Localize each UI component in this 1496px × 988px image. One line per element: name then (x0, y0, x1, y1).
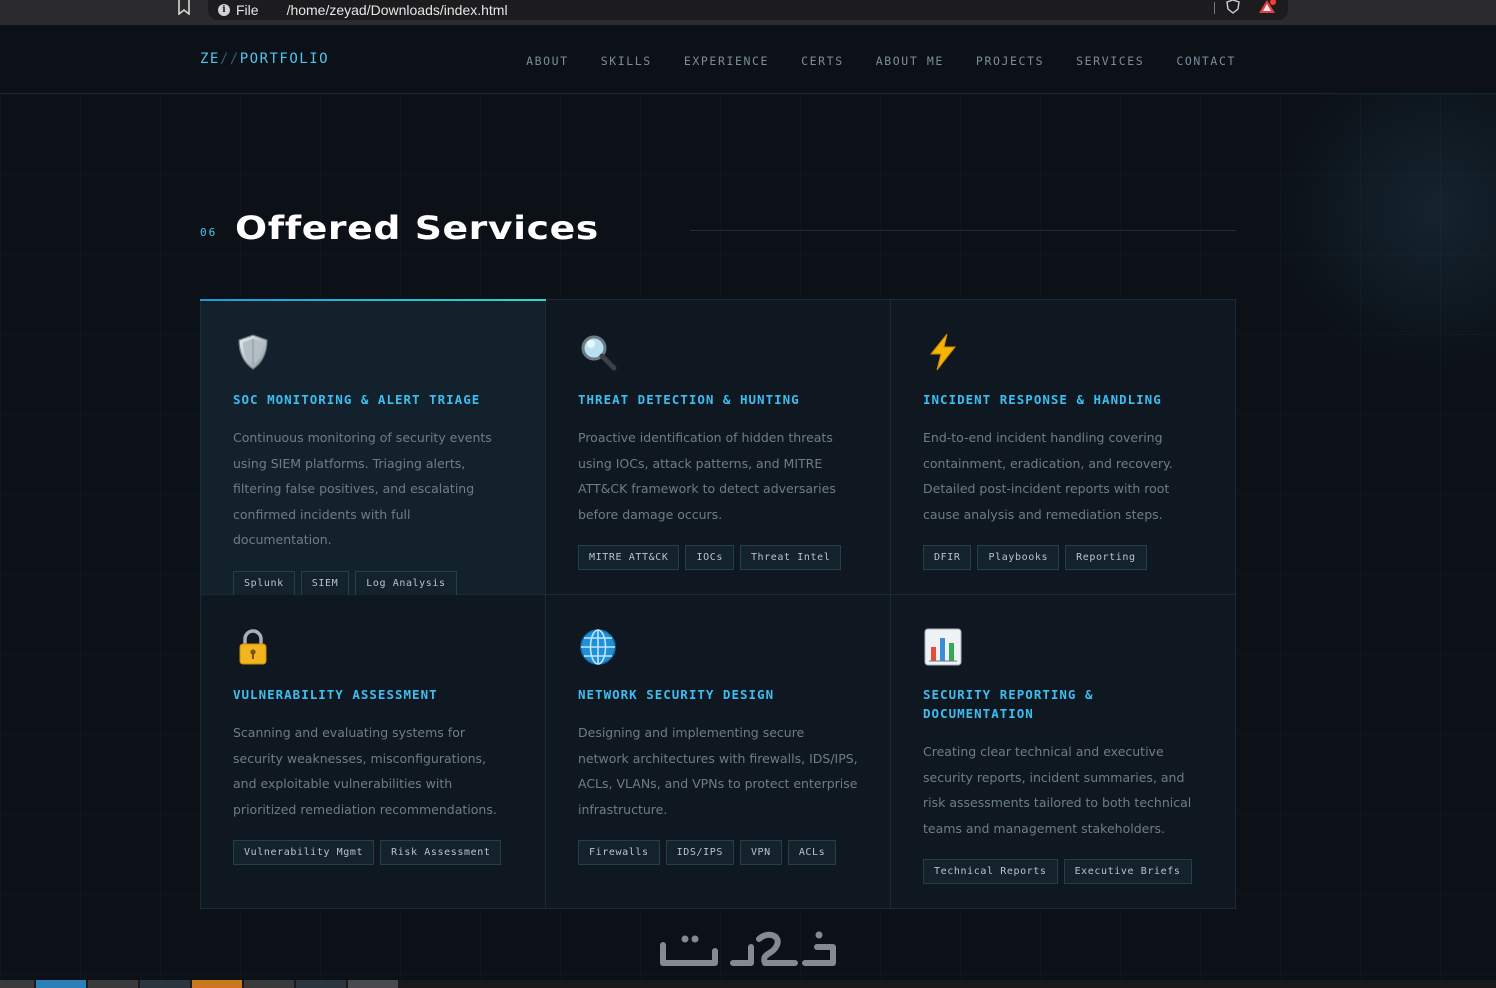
browser-toolbar: i File /home/zeyad/Downloads/index.html (0, 0, 1496, 25)
watermark-logo (660, 931, 836, 966)
service-description: Scanning and evaluating systems for secu… (233, 725, 497, 817)
brave-shield-icon[interactable] (1226, 0, 1240, 14)
service-title: INCIDENT RESPONSE & HANDLING (923, 392, 1162, 407)
address-bar[interactable]: i File /home/zeyad/Downloads/index.html (208, 0, 1288, 20)
service-title: SOC MONITORING & ALERT TRIAGE (233, 392, 481, 407)
tag: Firewalls (578, 840, 660, 865)
lightning-icon (929, 333, 957, 371)
url-text[interactable]: /home/zeyad/Downloads/index.html (287, 2, 508, 18)
service-title: NETWORK SECURITY DESIGN (578, 687, 775, 702)
service-title: SECURITY REPORTING & DOCUMENTATION (923, 687, 1094, 721)
rewards-icon[interactable] (1258, 0, 1276, 14)
service-description: Creating clear technical and executive s… (923, 744, 1192, 836)
tag: VPN (739, 840, 782, 865)
nav-skills[interactable]: SKILLS (601, 54, 652, 68)
tag: Reporting (1065, 545, 1147, 570)
title-divider (690, 230, 1236, 231)
tag: Splunk (233, 570, 295, 596)
taskbar-item[interactable] (348, 980, 398, 988)
section-title: Offered Services (235, 209, 599, 247)
nav-contact[interactable]: CONTACT (1176, 54, 1236, 68)
section-number: 06 (200, 226, 218, 239)
tag: DFIR (923, 545, 972, 570)
taskbar-item[interactable] (296, 980, 346, 988)
tag-list: Technical Reports Executive Briefs (923, 859, 1203, 884)
nav-experience[interactable]: EXPERIENCE (684, 54, 769, 68)
nav-services[interactable]: SERVICES (1076, 54, 1144, 68)
nav-about-me[interactable]: ABOUT ME (876, 54, 944, 68)
tag: Playbooks (977, 545, 1060, 570)
tag: Executive Briefs (1063, 859, 1192, 884)
taskbar-item[interactable] (0, 980, 34, 988)
background-glow (1256, 90, 1496, 390)
tag: MITRE ATT&CK (578, 545, 680, 570)
tag-list: Firewalls IDS/IPS VPN ACLs (578, 840, 858, 865)
taskbar-item[interactable] (140, 980, 190, 988)
tag: Risk Assessment (380, 840, 502, 865)
service-card-incident-response[interactable]: INCIDENT RESPONSE & HANDLING End-to-end … (891, 300, 1235, 595)
tag-list: Vulnerability Mgmt Risk Assessment (233, 840, 513, 865)
service-card-network-security[interactable]: NETWORK SECURITY DESIGN Designing and im… (546, 595, 891, 908)
service-description: End-to-end incident handling covering co… (923, 430, 1173, 522)
bar-chart-icon (924, 628, 962, 666)
globe-icon (580, 629, 616, 665)
tag-list: Splunk SIEM Log Analysis (233, 570, 513, 596)
logo-suffix: PORTFOLIO (239, 51, 330, 67)
tag-list: DFIR Playbooks Reporting (923, 545, 1203, 570)
tag: Log Analysis (355, 570, 457, 596)
logo-prefix: ZE (200, 51, 220, 67)
taskbar-item[interactable] (36, 980, 86, 988)
main-nav: ABOUT SKILLS EXPERIENCE CERTS ABOUT ME P… (526, 54, 1236, 68)
service-description: Designing and implementing secure networ… (578, 725, 858, 817)
nav-certs[interactable]: CERTS (801, 54, 844, 68)
tag: Vulnerability Mgmt (233, 840, 375, 865)
service-card-threat-detection[interactable]: THREAT DETECTION & HUNTING Proactive ide… (546, 300, 891, 595)
site-header: ZE//PORTFOLIO ABOUT SKILLS EXPERIENCE CE… (0, 25, 1496, 94)
tag-list: MITRE ATT&CK IOCs Threat Intel (578, 545, 858, 570)
shield-icon (238, 334, 268, 370)
service-card-vulnerability[interactable]: VULNERABILITY ASSESSMENT Scanning and ev… (201, 595, 546, 908)
lock-icon (239, 629, 267, 665)
nav-projects[interactable]: PROJECTS (976, 54, 1044, 68)
services-grid: SOC MONITORING & ALERT TRIAGE Continuous… (200, 299, 1236, 909)
magnifier-icon (581, 335, 617, 371)
tag: IDS/IPS (665, 840, 734, 865)
tag: Threat Intel (739, 545, 842, 570)
service-description: Continuous monitoring of security events… (233, 430, 492, 547)
service-card-reporting[interactable]: SECURITY REPORTING & DOCUMENTATION Creat… (891, 595, 1235, 908)
tag: IOCs (685, 545, 734, 570)
site-logo[interactable]: ZE//PORTFOLIO (200, 51, 329, 67)
service-title: THREAT DETECTION & HUNTING (578, 392, 800, 407)
bookmark-icon[interactable] (177, 0, 191, 15)
service-description: Proactive identification of hidden threa… (578, 430, 836, 522)
info-icon[interactable]: i (218, 4, 230, 16)
tag: ACLs (787, 840, 837, 865)
taskbar-item[interactable] (192, 980, 242, 988)
service-card-soc[interactable]: SOC MONITORING & ALERT TRIAGE Continuous… (200, 299, 546, 596)
taskbar-item[interactable] (244, 980, 294, 988)
taskbar-item[interactable] (88, 980, 138, 988)
logo-slash: // (219, 51, 240, 67)
service-title: VULNERABILITY ASSESSMENT (233, 687, 438, 702)
tag: Technical Reports (923, 859, 1058, 884)
file-label: File (236, 2, 259, 18)
divider (1214, 2, 1215, 14)
nav-about[interactable]: ABOUT (526, 54, 569, 68)
tag: SIEM (300, 570, 350, 596)
